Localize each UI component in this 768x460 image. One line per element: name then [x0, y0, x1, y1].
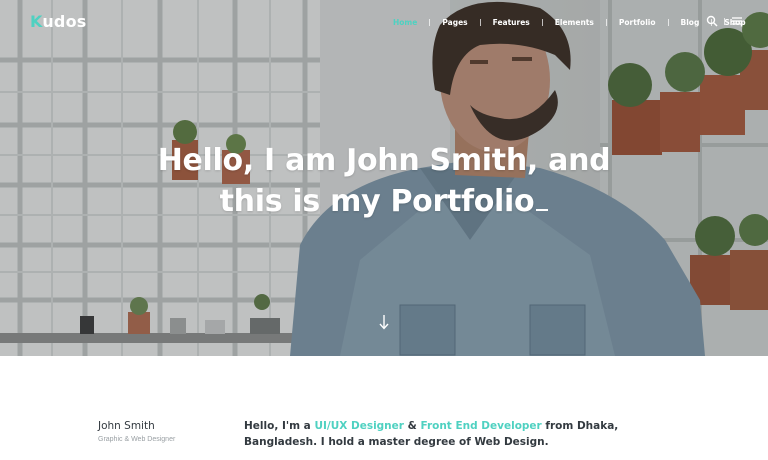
nav-divider: [479, 18, 481, 26]
nav-item-blog[interactable]: Blog: [681, 18, 700, 27]
highlight-frontend: Front End Developer: [420, 420, 542, 432]
about-name: John Smith: [98, 420, 155, 432]
nav-divider: [667, 18, 669, 26]
hero-headline: Hello, I am John Smith, and this is my P…: [130, 140, 638, 222]
search-icon[interactable]: [706, 15, 718, 27]
arrow-down-icon[interactable]: [378, 314, 390, 330]
hero-headline-line2: this is my Portfolio: [130, 181, 638, 222]
top-navigation: Kudos Home Pages Features Elements Portf…: [0, 0, 768, 42]
about-role: Graphic & Web Designer: [98, 436, 176, 443]
hero-headline-line1: Hello, I am John Smith, and: [157, 143, 611, 178]
nav-divider: [429, 18, 431, 26]
nav-divider: [605, 18, 607, 26]
nav-divider: [724, 18, 725, 25]
brand-logo[interactable]: Kudos: [30, 12, 87, 31]
nav-item-home[interactable]: Home: [393, 18, 417, 27]
nav-item-pages[interactable]: Pages: [442, 18, 467, 27]
nav-divider: [541, 18, 543, 26]
about-intro: Hello, I'm a UI/UX Designer & Front End …: [244, 420, 619, 448]
nav-item-elements[interactable]: Elements: [555, 18, 594, 27]
main-menu: Home Pages Features Elements Portfolio B…: [393, 16, 746, 28]
nav-item-portfolio[interactable]: Portfolio: [619, 18, 656, 27]
typing-cursor: [536, 209, 549, 211]
hero-section: Kudos Home Pages Features Elements Portf…: [0, 0, 768, 356]
nav-item-features[interactable]: Features: [493, 18, 530, 27]
menu-icon[interactable]: [731, 15, 743, 27]
highlight-uiux: UI/UX Designer: [314, 420, 404, 432]
